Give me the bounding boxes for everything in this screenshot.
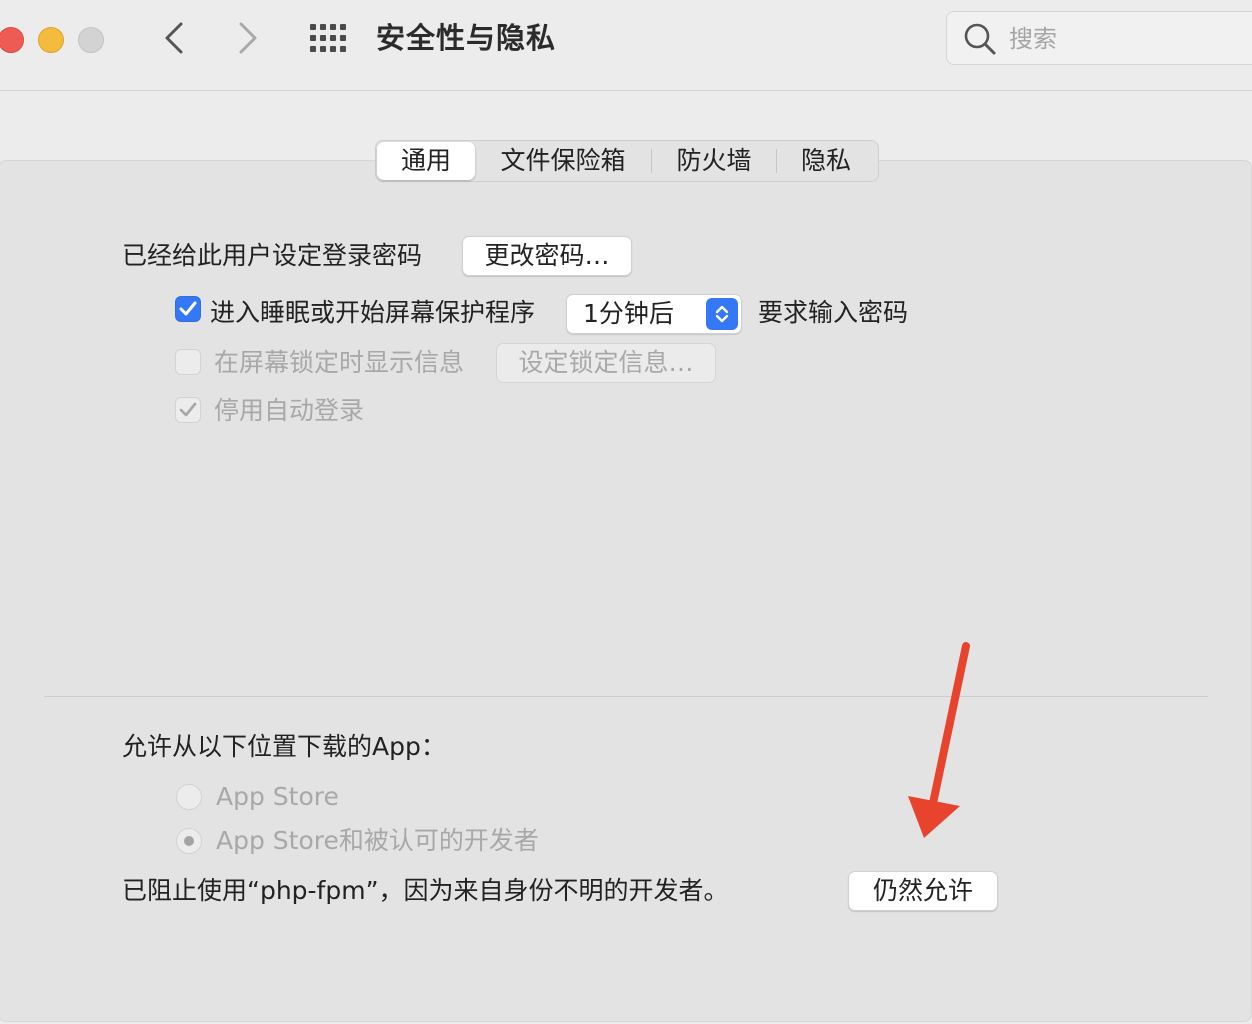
forward-button[interactable] xyxy=(228,18,268,58)
password-delay-popup[interactable]: 1分钟后 xyxy=(566,294,742,334)
disable-auto-login-checkbox[interactable] xyxy=(175,397,201,423)
lock-message-checkbox[interactable] xyxy=(175,349,201,375)
change-password-button[interactable]: 更改密码… xyxy=(462,236,632,276)
checkmark-icon xyxy=(179,402,197,417)
blocked-app-message: 已阻止使用“php-fpm”，因为来自身份不明的开发者。 xyxy=(122,876,729,905)
allow-apps-heading: 允许从以下位置下载的App： xyxy=(122,732,446,761)
radio-app-store-label: App Store xyxy=(216,782,339,811)
require-password-label: 进入睡眠或开始屏幕保护程序 xyxy=(210,298,536,327)
allow-anyway-button[interactable]: 仍然允许 xyxy=(848,871,998,911)
popup-stepper-icon xyxy=(706,298,738,330)
radio-app-store-identified[interactable] xyxy=(176,828,202,854)
tab-filevault[interactable]: 文件保险箱 xyxy=(475,142,651,180)
window-title: 安全性与隐私 xyxy=(376,21,557,55)
section-divider xyxy=(44,696,1208,697)
search-icon xyxy=(964,23,996,55)
close-window-button[interactable] xyxy=(0,27,24,53)
set-lock-message-button[interactable]: 设定锁定信息… xyxy=(496,343,716,383)
tab-firewall[interactable]: 防火墙 xyxy=(652,142,776,180)
zoom-window-button[interactable] xyxy=(78,27,104,53)
password-delay-value: 1分钟后 xyxy=(583,299,674,328)
search-input[interactable] xyxy=(1007,20,1251,58)
radio-selected-dot xyxy=(184,836,194,846)
grid-icon xyxy=(310,24,346,52)
tab-bar: 通用 文件保险箱 防火墙 隐私 xyxy=(375,140,879,182)
require-password-suffix: 要求输入密码 xyxy=(758,298,909,327)
checkmark-icon xyxy=(179,301,197,316)
minimize-window-button[interactable] xyxy=(38,27,64,53)
require-password-checkbox[interactable] xyxy=(175,296,201,322)
radio-app-store[interactable] xyxy=(176,784,202,810)
search-field[interactable] xyxy=(946,11,1252,65)
chevron-right-icon xyxy=(239,22,257,54)
back-button[interactable] xyxy=(154,18,194,58)
show-all-button[interactable] xyxy=(308,20,348,56)
lock-message-label: 在屏幕锁定时显示信息 xyxy=(214,348,465,377)
annotation-arrow-icon xyxy=(908,642,970,838)
title-bar: 安全性与隐私 xyxy=(0,0,1252,91)
radio-app-store-identified-label: App Store和被认可的开发者 xyxy=(216,826,539,855)
disable-auto-login-label: 停用自动登录 xyxy=(214,396,365,425)
tab-privacy[interactable]: 隐私 xyxy=(777,142,875,180)
tab-general[interactable]: 通用 xyxy=(377,142,475,180)
password-set-label: 已经给此用户设定登录密码 xyxy=(122,241,423,270)
chevron-left-icon xyxy=(165,22,183,54)
